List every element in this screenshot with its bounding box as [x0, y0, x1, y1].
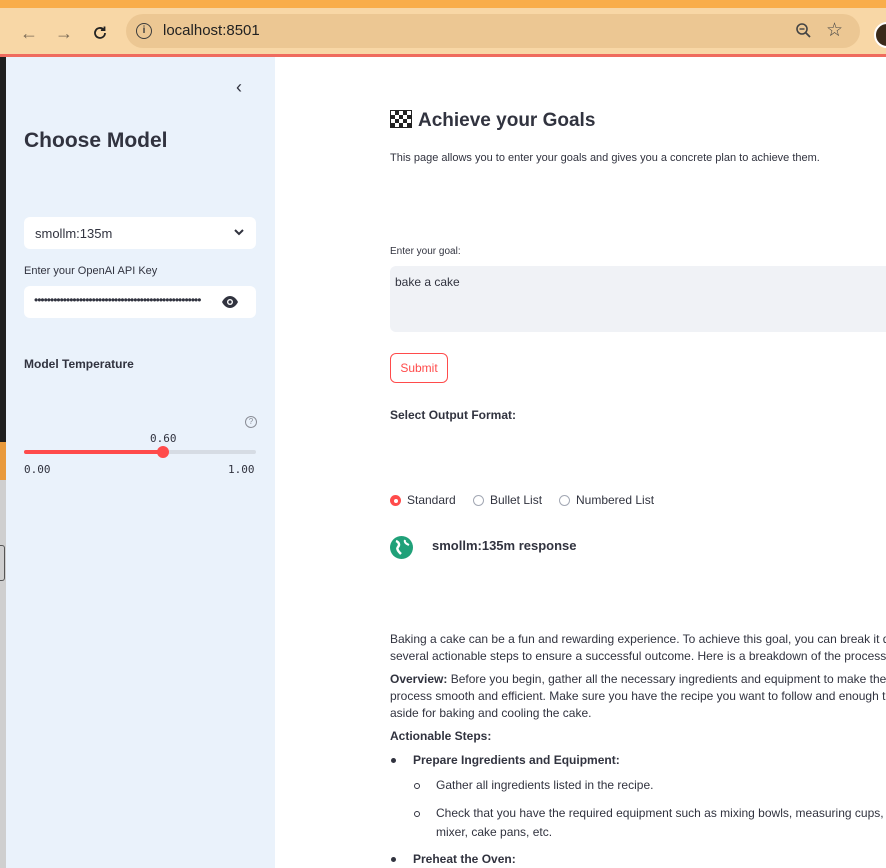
- output-format-label: Select Output Format:: [390, 408, 517, 422]
- goal-textarea[interactable]: bake a cake: [390, 266, 886, 332]
- api-key-input[interactable]: ••••••••••••••••••••••••••••••••••••••••…: [24, 286, 256, 318]
- temperature-slider-fill: [24, 450, 164, 454]
- checkered-flag-icon: [390, 110, 412, 128]
- goal-value: bake a cake: [395, 275, 460, 289]
- radio-selected-indicator: [390, 495, 401, 506]
- actionable-steps-heading: Actionable Steps:: [390, 729, 492, 743]
- overview-text: Before you begin, gather all the necessa…: [447, 672, 886, 686]
- step-1-sub-2-line-2: mixer, cake pans, etc.: [436, 825, 553, 839]
- globe-icon: [390, 536, 413, 559]
- temperature-label: Model Temperature: [24, 357, 134, 371]
- model-select-value: smollm:135m: [35, 226, 113, 241]
- site-info-icon[interactable]: i: [136, 23, 152, 39]
- sidebar: ‹ Choose Model smollm:135m Enter your Op…: [6, 57, 275, 868]
- window-top-strip: [0, 0, 886, 8]
- temperature-slider-thumb[interactable]: [157, 446, 170, 458]
- response-title: smollm:135m response: [432, 538, 577, 553]
- radio-label: Bullet List: [490, 493, 543, 507]
- response-overview-line-2: process smooth and efficient. Make sure …: [390, 689, 886, 703]
- step-2-title: Preheat the Oven:: [413, 852, 516, 866]
- reload-icon[interactable]: [89, 22, 111, 44]
- page-description: This page allows you to enter your goals…: [390, 152, 820, 164]
- response-intro-line-2: several actionable steps to ensure a suc…: [390, 649, 886, 663]
- bookmark-star-icon[interactable]: ☆: [826, 19, 843, 42]
- back-icon[interactable]: ←: [18, 22, 40, 44]
- temperature-value: 0.60: [150, 432, 177, 445]
- help-icon[interactable]: ?: [245, 416, 257, 428]
- radio-bullet-list[interactable]: Bullet List: [473, 493, 542, 507]
- submit-button[interactable]: Submit: [390, 353, 448, 383]
- sublist-bullet: [414, 811, 420, 817]
- response-overview-line-3: aside for baking and cooling the cake.: [390, 706, 592, 720]
- browser-toolbar: ← → i localhost:8501 ☆: [0, 8, 886, 54]
- step-1-sub-2-line-1: Check that you have the required equipme…: [436, 806, 886, 820]
- api-key-masked-value: ••••••••••••••••••••••••••••••••••••••••…: [34, 293, 201, 307]
- api-key-label: Enter your OpenAI API Key: [24, 265, 158, 277]
- step-1-sub-1: Gather all ingredients listed in the rec…: [436, 778, 654, 792]
- radio-label: Numbered List: [576, 493, 655, 507]
- list-bullet: [391, 857, 396, 862]
- list-bullet: [391, 758, 396, 763]
- radio-indicator: [559, 495, 570, 506]
- collapse-sidebar-icon[interactable]: ‹: [236, 77, 242, 98]
- profile-avatar[interactable]: [874, 22, 886, 48]
- model-select[interactable]: smollm:135m: [24, 217, 256, 249]
- window-edge-control: [0, 545, 5, 581]
- sublist-bullet: [414, 783, 420, 789]
- temperature-max: 1.00: [228, 463, 255, 476]
- radio-numbered-list[interactable]: Numbered List: [559, 493, 654, 507]
- overview-label: Overview:: [390, 672, 448, 686]
- page-title-text: Achieve your Goals: [418, 110, 596, 131]
- goal-label: Enter your goal:: [390, 246, 461, 257]
- page-title: Achieve your Goals: [390, 110, 595, 132]
- show-password-eye-icon[interactable]: [221, 295, 239, 309]
- url-text: localhost:8501: [163, 22, 260, 39]
- radio-label: Standard: [407, 493, 456, 507]
- response-overview-line-1: Overview: Before you begin, gather all t…: [390, 671, 886, 688]
- response-intro-line-1: Baking a cake can be a fun and rewarding…: [390, 632, 886, 646]
- step-1-title: Prepare Ingredients and Equipment:: [413, 753, 620, 767]
- radio-standard[interactable]: Standard: [390, 493, 456, 507]
- temperature-slider[interactable]: [24, 446, 256, 458]
- chevron-down-icon: [232, 225, 246, 239]
- temperature-min: 0.00: [24, 463, 51, 476]
- forward-icon[interactable]: →: [53, 22, 75, 44]
- address-bar[interactable]: i localhost:8501 ☆: [126, 14, 860, 48]
- radio-indicator: [473, 495, 484, 506]
- zoom-icon[interactable]: [794, 21, 814, 41]
- sidebar-title: Choose Model: [24, 129, 168, 152]
